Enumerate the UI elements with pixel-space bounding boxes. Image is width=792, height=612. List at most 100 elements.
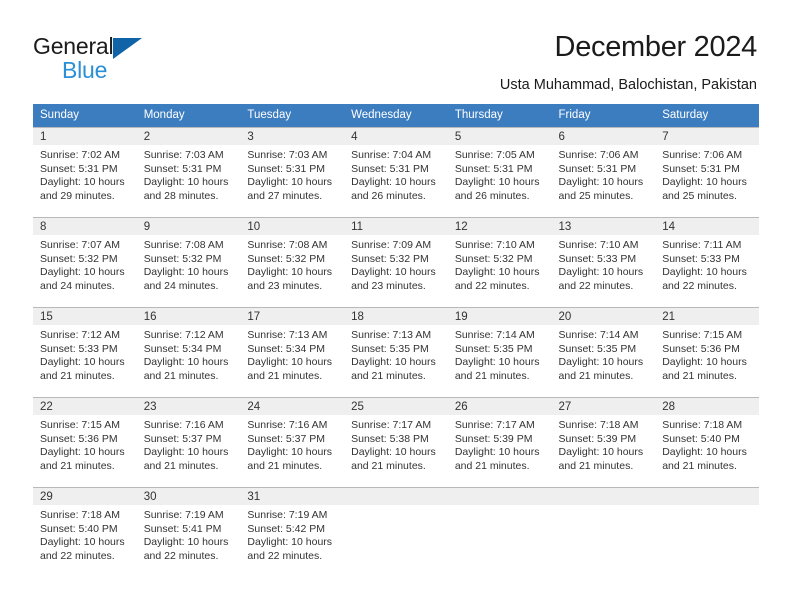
logo-text-blue: Blue (62, 57, 108, 83)
calendar-day-cell[interactable]: 2 Sunrise: 7:03 AM Sunset: 5:31 PM Daylight… (136, 127, 241, 218)
day-number: 2 (136, 128, 241, 145)
calendar-day-cell[interactable]: 9 Sunrise: 7:08 AM Sunset: 5:32 PM Daylight… (136, 217, 241, 308)
sunrise-text: Sunrise: 7:08 AM (247, 239, 328, 251)
calendar-day-cell[interactable]: 11 Sunrise: 7:09 AM Sunset: 5:32 PM Dayligh… (344, 217, 448, 308)
daylight-text: Daylight: 10 hours and 27 minutes. (247, 176, 333, 202)
calendar-day-cell[interactable]: 7 Sunrise: 7:06 AM Sunset: 5:31 PM Daylight… (655, 127, 759, 218)
day-number: 3 (240, 128, 345, 145)
sunset-text: Sunset: 5:31 PM (558, 162, 637, 175)
sunset-text: Sunset: 5:42 PM (247, 522, 326, 535)
day-number (551, 488, 656, 505)
calendar-day-cell[interactable]: 25 Sunrise: 7:17 AM Sunset: 5:38 PM Dayligh… (344, 397, 448, 488)
day-number: 6 (551, 128, 656, 145)
day-details: Sunrise: 7:07 AM Sunset: 5:32 PM Daylight:… (33, 235, 137, 293)
daylight-text: Daylight: 10 hours and 23 minutes. (351, 266, 436, 292)
calendar-day-cell[interactable]: 1 Sunrise: 7:02 AM Sunset: 5:31 PM Daylight… (33, 127, 137, 218)
calendar-day-cell[interactable]: 6 Sunrise: 7:06 AM Sunset: 5:31 PM Daylight… (551, 127, 656, 218)
day-number: 7 (655, 128, 759, 145)
day-details: Sunrise: 7:06 AM Sunset: 5:31 PM Daylight:… (655, 145, 759, 203)
day-number: 21 (655, 308, 759, 325)
calendar-day-cell[interactable]: 16 Sunrise: 7:12 AM Sunset: 5:34 PM Dayligh… (136, 307, 241, 398)
calendar-day-cell[interactable]: 21 Sunrise: 7:15 AM Sunset: 5:36 PM Dayligh… (655, 307, 759, 398)
sunrise-text: Sunrise: 7:12 AM (143, 329, 224, 341)
calendar-day-cell[interactable]: 10 Sunrise: 7:08 AM Sunset: 5:32 PM Dayligh… (240, 217, 345, 308)
column-header-tuesday: Tuesday (240, 104, 345, 128)
day-details: Sunrise: 7:02 AM Sunset: 5:31 PM Daylight:… (33, 145, 137, 203)
sunset-text: Sunset: 5:31 PM (662, 162, 740, 175)
day-details: Sunrise: 7:18 AM Sunset: 5:40 PM Daylight:… (33, 505, 137, 563)
daylight-text: Daylight: 10 hours and 21 minutes. (662, 356, 747, 382)
calendar-day-cell[interactable]: 3 Sunrise: 7:03 AM Sunset: 5:31 PM Daylight… (240, 127, 345, 218)
calendar-day-cell[interactable]: 28 Sunrise: 7:18 AM Sunset: 5:40 PM Dayligh… (655, 397, 759, 488)
sunrise-text: Sunrise: 7:15 AM (40, 419, 120, 431)
sunset-text: Sunset: 5:35 PM (454, 342, 533, 355)
sunrise-text: Sunrise: 7:13 AM (247, 329, 328, 341)
daylight-text: Daylight: 10 hours and 23 minutes. (247, 266, 333, 292)
sunset-text: Sunset: 5:38 PM (351, 432, 429, 445)
page-subtitle-location: Usta Muhammad, Balochistan, Pakistan (499, 77, 757, 93)
page-title: December 2024 (554, 31, 758, 63)
day-number: 15 (33, 308, 137, 325)
column-header-friday: Friday (551, 104, 656, 128)
sunrise-text: Sunrise: 7:17 AM (454, 419, 535, 431)
daylight-text: Daylight: 10 hours and 22 minutes. (662, 266, 747, 292)
calendar-day-cell[interactable]: 23 Sunrise: 7:16 AM Sunset: 5:37 PM Dayligh… (136, 397, 241, 488)
daylight-text: Daylight: 10 hours and 21 minutes. (40, 446, 125, 472)
column-header-thursday: Thursday (447, 104, 552, 128)
calendar-day-cell[interactable]: 17 Sunrise: 7:13 AM Sunset: 5:34 PM Dayligh… (240, 307, 345, 398)
day-details: Sunrise: 7:12 AM Sunset: 5:34 PM Daylight:… (137, 325, 241, 383)
sunset-text: Sunset: 5:36 PM (662, 342, 740, 355)
sunset-text: Sunset: 5:34 PM (143, 342, 222, 355)
calendar-week-row: 8 Sunrise: 7:07 AM Sunset: 5:32 PM Daylight… (33, 217, 759, 308)
day-details: Sunrise: 7:05 AM Sunset: 5:31 PM Daylight:… (448, 145, 552, 203)
calendar-day-cell[interactable]: 24 Sunrise: 7:16 AM Sunset: 5:37 PM Dayligh… (240, 397, 345, 488)
day-details: Sunrise: 7:19 AM Sunset: 5:41 PM Daylight:… (137, 505, 241, 563)
sunrise-text: Sunrise: 7:02 AM (40, 149, 120, 161)
calendar-day-cell[interactable]: 12 Sunrise: 7:10 AM Sunset: 5:32 PM Dayligh… (447, 217, 552, 308)
sunset-text: Sunset: 5:34 PM (247, 342, 326, 355)
calendar-day-cell[interactable]: 27 Sunrise: 7:18 AM Sunset: 5:39 PM Dayligh… (551, 397, 656, 488)
day-number: 11 (344, 218, 448, 235)
day-details: Sunrise: 7:15 AM Sunset: 5:36 PM Daylight:… (33, 415, 137, 473)
calendar-day-cell[interactable]: 19 Sunrise: 7:14 AM Sunset: 5:35 PM Dayligh… (447, 307, 552, 398)
day-details: Sunrise: 7:03 AM Sunset: 5:31 PM Daylight:… (137, 145, 241, 203)
day-number (655, 488, 759, 505)
calendar-day-cell[interactable]: 29 Sunrise: 7:18 AM Sunset: 5:40 PM Dayligh… (33, 487, 137, 577)
calendar-day-cell[interactable]: 18 Sunrise: 7:13 AM Sunset: 5:35 PM Dayligh… (344, 307, 448, 398)
daylight-text: Daylight: 10 hours and 24 minutes. (143, 266, 229, 292)
day-number: 4 (344, 128, 448, 145)
day-details: Sunrise: 7:08 AM Sunset: 5:32 PM Daylight:… (137, 235, 241, 293)
sunrise-text: Sunrise: 7:11 AM (662, 239, 742, 251)
calendar-day-cell[interactable]: 8 Sunrise: 7:07 AM Sunset: 5:32 PM Daylight… (33, 217, 137, 308)
sunset-text: Sunset: 5:32 PM (454, 252, 533, 265)
calendar-day-cell[interactable]: 22 Sunrise: 7:15 AM Sunset: 5:36 PM Dayligh… (33, 397, 137, 488)
calendar-day-cell[interactable]: 31 Sunrise: 7:19 AM Sunset: 5:42 PM Dayligh… (240, 487, 345, 577)
daylight-text: Daylight: 10 hours and 21 minutes. (558, 446, 644, 472)
daylight-text: Daylight: 10 hours and 22 minutes. (247, 536, 333, 562)
sunset-text: Sunset: 5:32 PM (143, 252, 222, 265)
calendar-day-cell[interactable]: 4 Sunrise: 7:04 AM Sunset: 5:31 PM Daylight… (344, 127, 448, 218)
logo-text-general: General (33, 33, 114, 59)
day-number: 17 (240, 308, 345, 325)
sunrise-text: Sunrise: 7:06 AM (662, 149, 743, 161)
day-number: 30 (136, 488, 241, 505)
calendar-day-cell[interactable]: 14 Sunrise: 7:11 AM Sunset: 5:33 PM Dayligh… (655, 217, 759, 308)
daylight-text: Daylight: 10 hours and 24 minutes. (40, 266, 125, 292)
column-header-wednesday: Wednesday (344, 104, 448, 128)
daylight-text: Daylight: 10 hours and 22 minutes. (558, 266, 644, 292)
sunrise-text: Sunrise: 7:07 AM (40, 239, 120, 251)
calendar-day-cell-empty (447, 487, 552, 577)
daylight-text: Daylight: 10 hours and 21 minutes. (454, 356, 540, 382)
calendar-day-cell[interactable]: 13 Sunrise: 7:10 AM Sunset: 5:33 PM Dayligh… (551, 217, 656, 308)
day-number: 27 (551, 398, 656, 415)
calendar-day-cell[interactable]: 20 Sunrise: 7:14 AM Sunset: 5:35 PM Dayligh… (551, 307, 656, 398)
calendar-day-cell[interactable]: 26 Sunrise: 7:17 AM Sunset: 5:39 PM Dayligh… (447, 397, 552, 488)
calendar-week-row: 1 Sunrise: 7:02 AM Sunset: 5:31 PM Daylight… (33, 127, 759, 218)
day-details: Sunrise: 7:03 AM Sunset: 5:31 PM Daylight:… (240, 145, 344, 203)
day-number: 29 (33, 488, 137, 505)
calendar-day-cell[interactable]: 30 Sunrise: 7:19 AM Sunset: 5:41 PM Dayligh… (136, 487, 241, 577)
calendar-page: General Blue December 2024 Usta Muhammad… (0, 0, 792, 612)
calendar-day-cell[interactable]: 15 Sunrise: 7:12 AM Sunset: 5:33 PM Dayligh… (33, 307, 137, 398)
calendar-day-cell[interactable]: 5 Sunrise: 7:05 AM Sunset: 5:31 PM Daylight… (447, 127, 552, 218)
day-number: 13 (551, 218, 656, 235)
